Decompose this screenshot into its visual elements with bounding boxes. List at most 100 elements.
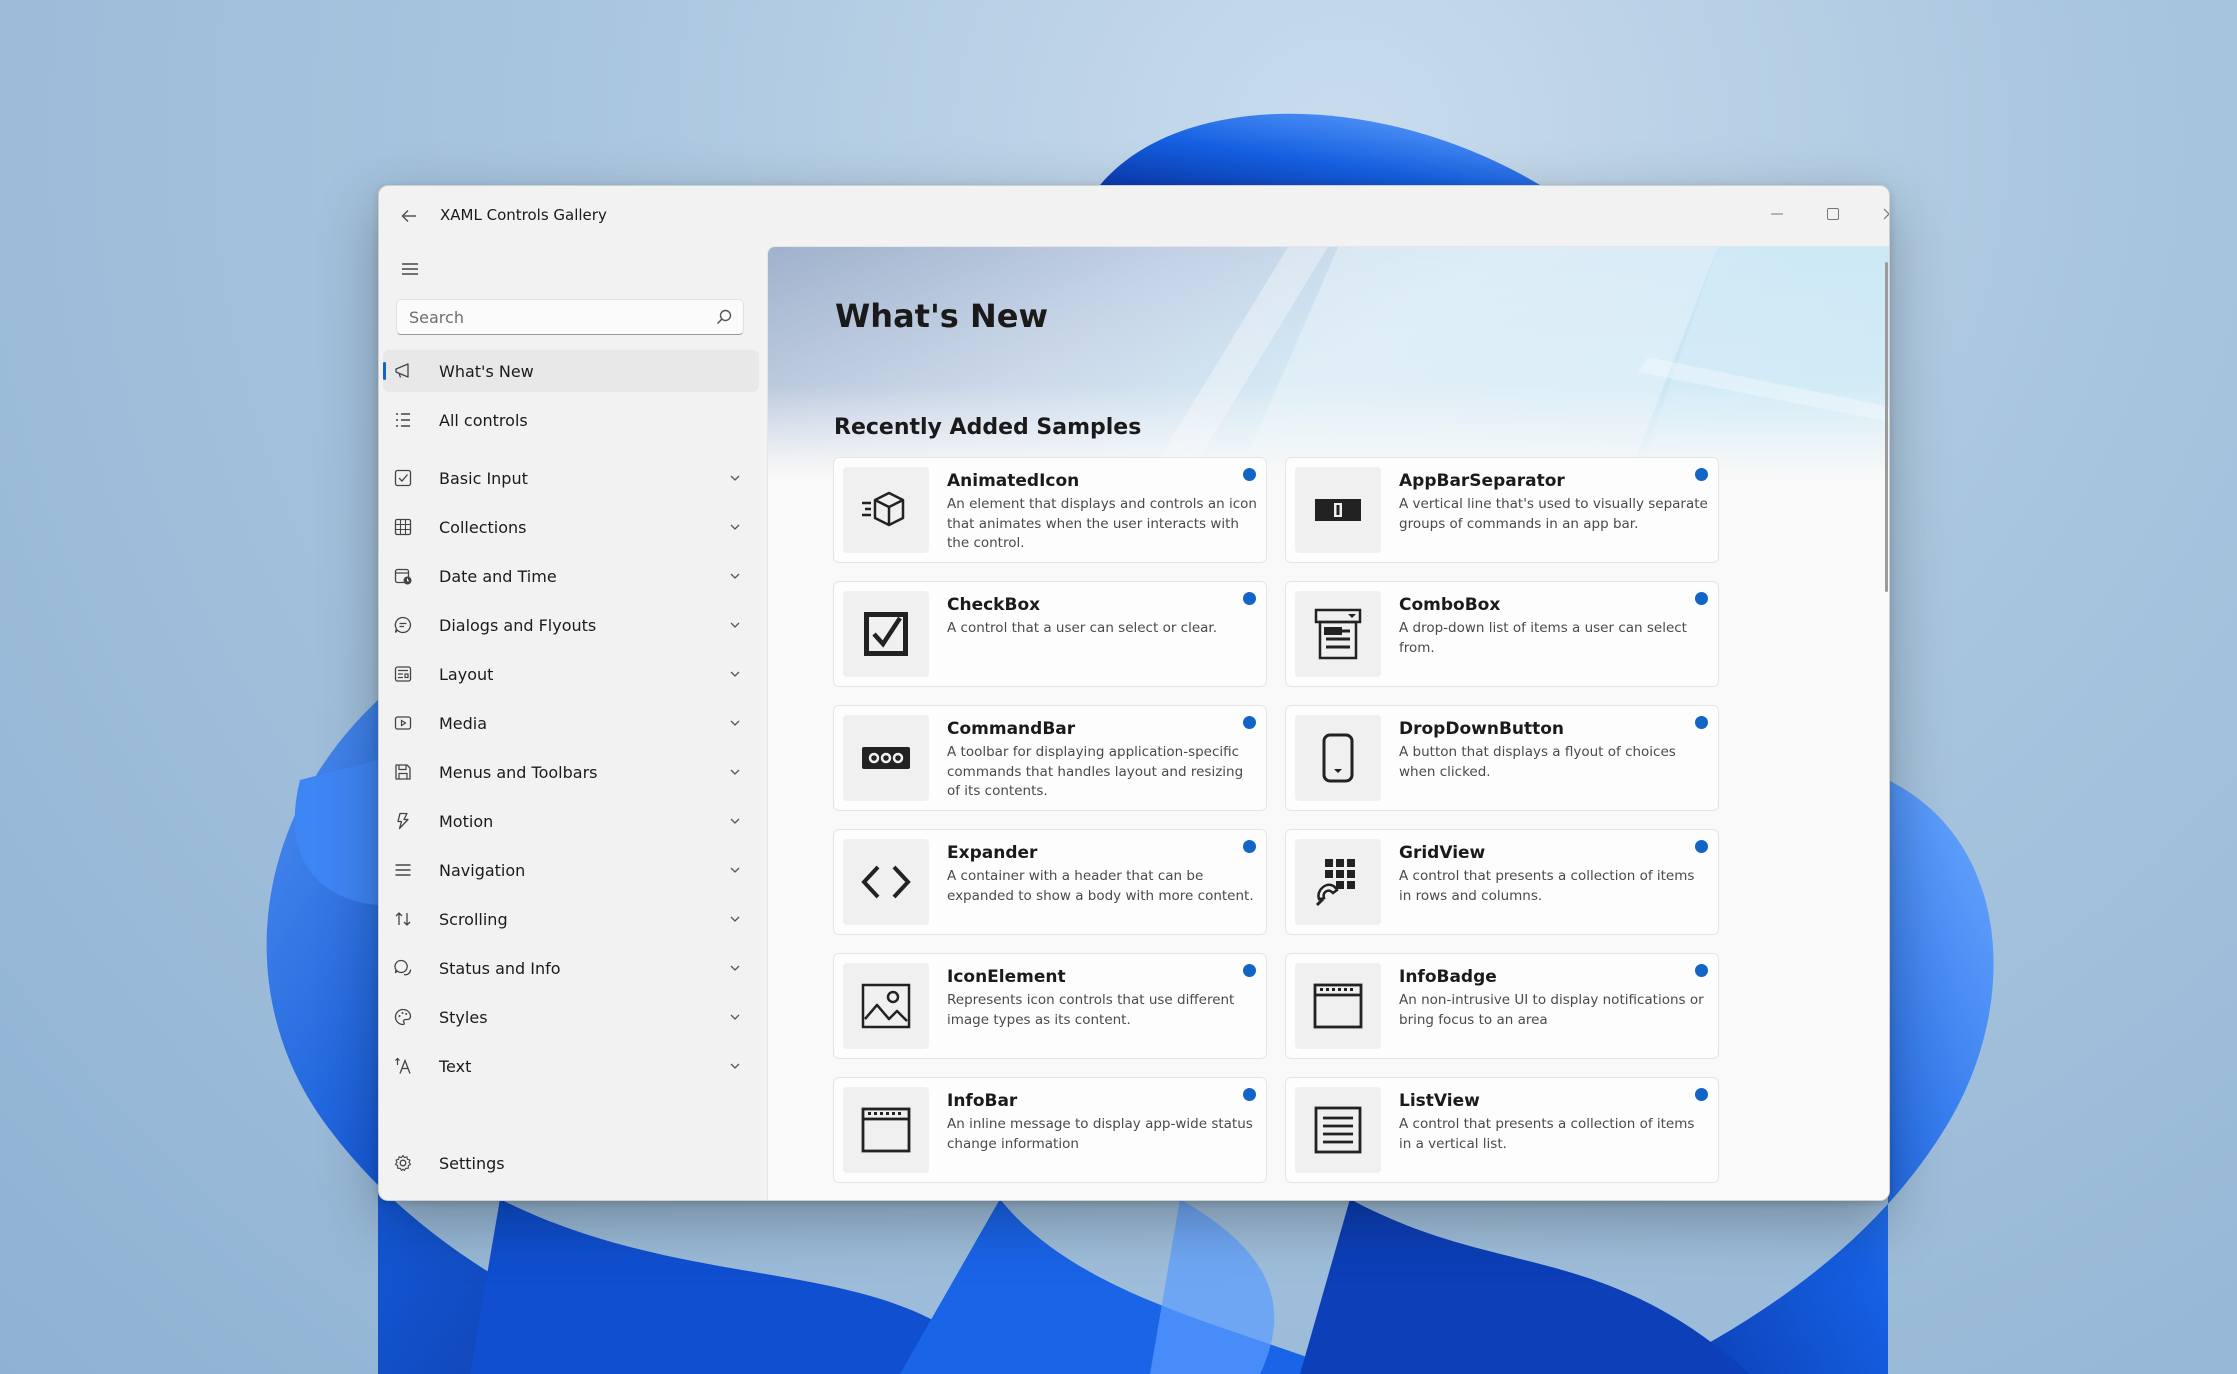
nav-label: Date and Time [439,567,557,586]
chevron-down-icon[interactable] [729,619,741,631]
nav-item-status-and-info[interactable]: Status and Info [383,947,759,989]
nav-label: Media [439,714,488,733]
code-brackets-icon [861,865,911,899]
gear-icon [394,1154,412,1172]
card-description: Represents icon controls that use differ… [947,992,1235,1028]
nav-label: Scrolling [439,910,508,929]
checkbox-checked-icon [864,612,908,656]
back-button[interactable] [391,198,427,234]
nav-item-menus-and-toolbars[interactable]: Menus and Toolbars [383,751,759,793]
content-area: What's New Recently Added Samples Animat… [767,246,1889,1200]
card-infobadge[interactable]: InfoBadge An non-intrusive UI to display… [1285,953,1719,1059]
card-description: A control that presents a collection of … [1399,868,1695,904]
nav-item-text[interactable]: Text [383,1045,759,1087]
card-description: A control that presents a collection of … [1399,1116,1695,1152]
nav-label: Collections [439,518,527,537]
maximize-button[interactable] [1809,196,1857,232]
nav-label: Layout [439,665,494,684]
chevron-down-icon[interactable] [729,570,741,582]
text-font-icon [395,1057,411,1074]
card-thumbnail [843,839,929,925]
nav-item-motion[interactable]: Motion [383,800,759,842]
chevron-down-icon[interactable] [729,472,741,484]
animated-cube-icon [862,491,905,527]
card-thumbnail [843,1087,929,1173]
new-badge [1243,840,1256,853]
card-title: ListView [1399,1091,1480,1111]
chevron-down-icon[interactable] [729,521,741,533]
chevron-down-icon[interactable] [729,962,741,974]
chevron-down-icon[interactable] [729,668,741,680]
card-checkbox[interactable]: CheckBox A control that a user can selec… [833,581,1267,687]
card-thumbnail [1295,963,1381,1049]
nav-item-whats-new[interactable]: What's New [383,350,759,392]
nav-label: Status and Info [439,959,561,978]
chevron-down-icon[interactable] [729,815,741,827]
chevron-down-icon[interactable] [729,913,741,925]
section-title: Recently Added Samples [834,415,1142,440]
card-combobox[interactable]: ComboBox A drop-down list of items a use… [1285,581,1719,687]
card-listview[interactable]: ListView A control that presents a colle… [1285,1077,1719,1183]
nav-item-basic-input[interactable]: Basic Input [383,457,759,499]
card-expander[interactable]: Expander A container with a header that … [833,829,1267,935]
dropdown-button-icon [1322,733,1354,783]
list-icon [396,413,410,427]
scroll-arrows-icon [395,912,411,926]
chevron-down-icon[interactable] [729,864,741,876]
nav-item-all-controls[interactable]: All controls [383,399,759,441]
layout-icon [394,666,412,682]
nav-item-scrolling[interactable]: Scrolling [383,898,759,940]
card-commandbar[interactable]: CommandBar A toolbar for displaying appl… [833,705,1267,811]
nav-item-date-and-time[interactable]: Date and Time [383,555,759,597]
status-chat-icon [394,959,412,976]
nav-label: Navigation [439,861,526,880]
vertical-scrollbar[interactable] [1885,262,1888,592]
nav-label: All controls [439,411,528,430]
new-badge [1695,964,1708,977]
card-description: A drop-down list of items a user can sel… [1399,620,1687,656]
card-title: CommandBar [947,719,1076,739]
search-icon[interactable] [715,308,733,326]
nav-label: Motion [439,812,494,831]
minimize-button[interactable] [1753,196,1801,232]
card-description: A vertical line that's used to visually … [1399,496,1708,532]
card-thumbnail [843,591,929,677]
chevron-down-icon[interactable] [729,766,741,778]
close-icon [1883,208,1889,220]
nav-item-media[interactable]: Media [383,702,759,744]
card-title: AppBarSeparator [1399,471,1565,491]
close-button[interactable] [1865,196,1889,232]
menu-toggle-button[interactable] [391,252,429,286]
card-iconelement[interactable]: IconElement Represents icon controls tha… [833,953,1267,1059]
card-title: GridView [1399,843,1486,863]
card-title: CheckBox [947,595,1041,615]
card-appbarseparator[interactable]: AppBarSeparator A vertical line that's u… [1285,457,1719,563]
card-infobar[interactable]: InfoBar An inline message to display app… [833,1077,1267,1183]
nav-item-navigation[interactable]: Navigation [383,849,759,891]
combobox-icon [1314,608,1362,660]
nav-item-collections[interactable]: Collections [383,506,759,548]
motion-icon [397,812,409,830]
card-title: IconElement [947,967,1066,987]
nav-item-settings[interactable]: Settings [383,1142,759,1184]
hamburger-icon [402,263,418,275]
new-badge [1243,468,1256,481]
card-dropdownbutton[interactable]: DropDownButton A button that displays a … [1285,705,1719,811]
chevron-down-icon[interactable] [729,1011,741,1023]
nav-item-layout[interactable]: Layout [383,653,759,695]
card-title: InfoBar [947,1091,1018,1111]
nav-label: What's New [439,362,534,381]
nav-item-dialogs-and-flyouts[interactable]: Dialogs and Flyouts [383,604,759,646]
search-input[interactable] [397,300,697,334]
card-animatedicon[interactable]: AnimatedIcon An element that displays an… [833,457,1267,563]
card-gridview[interactable]: GridView A control that presents a colle… [1285,829,1719,935]
commandbar-icon [862,747,910,769]
page-title: What's New [835,297,1048,335]
card-thumbnail [843,467,929,553]
new-badge [1695,468,1708,481]
nav-item-styles[interactable]: Styles [383,996,759,1038]
chevron-down-icon[interactable] [729,1060,741,1072]
new-badge [1243,592,1256,605]
chevron-down-icon[interactable] [729,717,741,729]
media-play-icon [394,716,412,730]
